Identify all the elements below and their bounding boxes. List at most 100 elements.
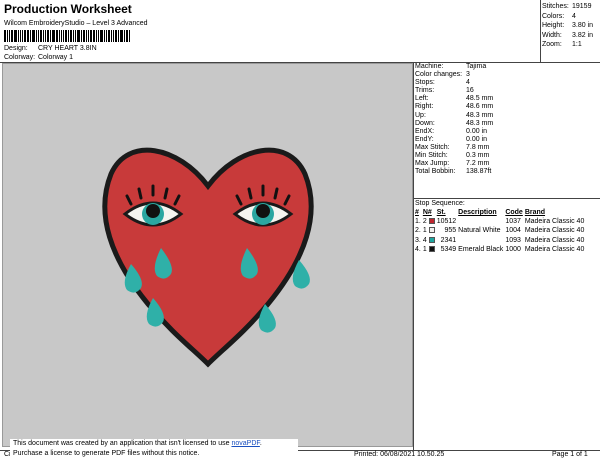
spec-label: Stops:: [415, 79, 435, 87]
spec-value: 3: [466, 71, 470, 79]
specs-divider: [413, 198, 600, 199]
spec-value: 0.00 in: [466, 127, 488, 135]
col-header-stitches: St.: [436, 209, 446, 216]
spec-row: Up: 48.3 mm: [415, 112, 493, 120]
spec-row: EndY: 0.00 in: [415, 136, 493, 144]
colors-value: 4: [572, 12, 576, 20]
spec-row: Max Jump: 7.2 mm: [415, 160, 493, 168]
col-header-num: #: [415, 209, 419, 216]
row-needle: 4: [423, 236, 437, 245]
spec-label: Down:: [415, 119, 435, 127]
license-notice: This document was created by an applicat…: [10, 439, 298, 461]
row-brand: Madeira Classic 40: [524, 245, 585, 253]
notice-line2: Purchase a license to generate PDF files…: [13, 450, 200, 457]
spec-row: Stops: 4: [415, 79, 493, 87]
row-num: 2.: [415, 227, 421, 235]
spec-row: Right: 48.6 mm: [415, 103, 493, 111]
table-row: 4. 1 5349 Emerald Black 1000 Madeira Classic…: [415, 245, 586, 254]
color-swatch: [428, 246, 435, 253]
stitches-value: 19159: [572, 3, 592, 10]
heart-shape: [102, 147, 314, 368]
zoom-label: Zoom:: [542, 41, 562, 49]
row-description: Emerald Black: [458, 245, 504, 253]
stitches-label: Stitches:: [542, 3, 569, 10]
spec-row: Down: 48.3 mm: [415, 120, 493, 128]
spec-value: 0.3 mm: [466, 152, 490, 160]
width-value: 3.82 in: [572, 31, 594, 39]
spec-row: Trims: 16: [415, 87, 493, 95]
barcode: [4, 30, 142, 42]
design-meta: Design: CRY HEART 3.8IN Colorway: Colorway…: [4, 44, 97, 62]
color-swatch: [428, 218, 435, 225]
spec-row: Min Stitch: 0.3 mm: [415, 152, 493, 160]
row-brand: Madeira Classic 40: [524, 236, 585, 244]
table-row: 1. 2 10512 1037 Madeira Classic 40: [415, 217, 586, 226]
stop-sequence-title: Stop Sequence:: [415, 200, 465, 207]
page-number: Page 1 of 1: [552, 451, 588, 458]
notice-line1-suffix: .: [259, 440, 262, 447]
row-description: [458, 236, 505, 245]
panel-divider: [413, 62, 414, 450]
design-label: Design:: [4, 45, 28, 52]
row-num: 1.: [415, 218, 421, 225]
machine-specs: Machine: Tajima Color changes: 3 Stops: 4 Trim…: [415, 63, 493, 176]
spec-label: Max Stitch:: [415, 143, 450, 151]
needle-number: 1: [422, 227, 427, 235]
needle-number: 1: [422, 245, 427, 253]
table-row: 2. 1 955 Natural White 1004 Madeira Classic …: [415, 226, 586, 235]
zoom-value: 1:1: [572, 41, 582, 49]
spec-value: 48.5 mm: [466, 95, 494, 103]
colorway-label: Colorway:: [4, 54, 36, 61]
row-brand: Madeira Classic 40: [524, 227, 585, 235]
row-stitches: 955: [444, 227, 457, 235]
spec-label: Min Stitch:: [415, 152, 448, 160]
spec-value: 138.87ft: [466, 168, 492, 176]
spec-value: Tajima: [466, 63, 487, 70]
spec-value: 16: [466, 87, 474, 95]
summary-divider: [540, 0, 541, 62]
spec-value: 48.3 mm: [466, 119, 494, 127]
spec-label: EndY:: [415, 135, 434, 143]
spec-value: 48.6 mm: [466, 103, 494, 111]
row-needle: 2: [423, 217, 437, 226]
spec-row: Machine: Tajima: [415, 63, 493, 71]
stop-sequence-table: # N# St. Description Code Brand 1. 2 1051…: [415, 208, 586, 254]
table-header-row: # N# St. Description Code Brand: [415, 208, 586, 217]
row-code: 1004: [505, 227, 521, 235]
design-preview: [2, 63, 413, 447]
row-needle: 1: [423, 245, 437, 254]
table-row: 3. 4 2341 1093 Madeira Classic 40: [415, 236, 586, 245]
row-needle: 1: [423, 226, 437, 235]
row-stitches: 10512: [436, 218, 457, 225]
row-stitches: 5349: [440, 245, 457, 253]
spec-row: Max Stitch: 7.8 mm: [415, 144, 493, 152]
color-swatch: [428, 236, 435, 243]
row-num: 3.: [415, 236, 421, 244]
col-header-code: Code: [505, 209, 523, 216]
spec-value: 7.2 mm: [466, 160, 490, 168]
software-subtitle: Wilcom EmbroideryStudio – Level 3 Advanc…: [4, 20, 148, 27]
spec-label: EndX:: [415, 127, 435, 135]
spec-label: Left:: [415, 95, 429, 103]
summary-panel: Stitches: 19159 Colors: 4 Height: 3.80 in W…: [542, 2, 593, 50]
row-code: 1093: [505, 236, 521, 244]
height-value: 3.80 in: [572, 22, 594, 30]
row-stitches: 2341: [440, 236, 457, 244]
spec-value: 7.8 mm: [466, 143, 490, 151]
needle-number: 4: [422, 236, 427, 244]
spec-row: Color changes: 3: [415, 71, 493, 79]
spec-label: Total Bobbin:: [415, 168, 456, 176]
novapdf-link[interactable]: novaPDF: [231, 440, 259, 447]
col-header-description: Description: [458, 209, 497, 216]
col-header-needle: N#: [422, 209, 432, 216]
col-header-brand: Brand: [524, 209, 546, 216]
height-label: Height:: [542, 22, 565, 30]
spec-label: Machine:: [415, 63, 444, 70]
spec-row: Left: 48.5 mm: [415, 95, 493, 103]
design-name: CRY HEART 3.8IN: [38, 45, 97, 52]
spec-row: EndX: 0.00 in: [415, 128, 493, 136]
width-label: Width:: [542, 31, 562, 39]
spec-label: Up:: [415, 111, 426, 119]
heart-embroidery-graphic: [102, 147, 314, 368]
color-swatch: [428, 227, 435, 234]
